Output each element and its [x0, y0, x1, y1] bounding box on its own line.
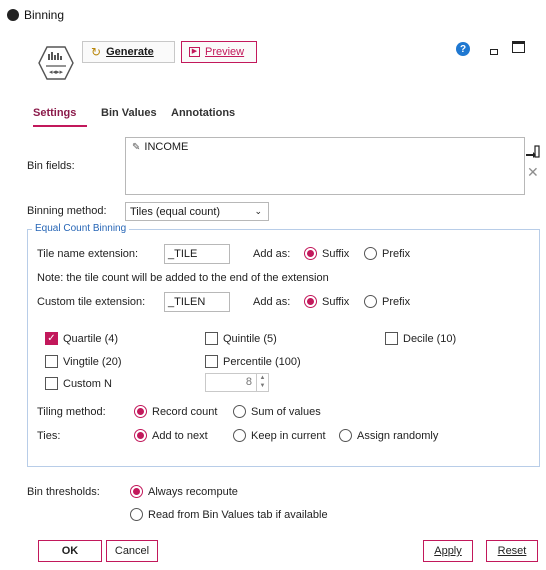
decile-label: Decile (10)	[403, 333, 457, 345]
sum-of-values-radio[interactable]	[233, 405, 246, 418]
field-picker-icon[interactable]	[525, 145, 541, 161]
custom-n-checkbox[interactable]	[45, 377, 58, 390]
suffix-radio[interactable]	[304, 247, 317, 260]
app-icon	[7, 9, 19, 21]
vingtile-label: Vingtile (20)	[63, 356, 122, 368]
percentile-label: Percentile (100)	[223, 356, 301, 368]
custom-n-label: Custom N	[63, 378, 112, 390]
minimize-icon[interactable]	[490, 49, 498, 55]
tile-name-ext-input[interactable]: _TILE	[164, 244, 230, 264]
tile-name-ext-label: Tile name extension:	[37, 248, 139, 260]
bin-fields-label: Bin fields:	[27, 160, 75, 172]
decile-checkbox[interactable]	[385, 332, 398, 345]
tile-name-ext-value: _TILE	[168, 248, 198, 260]
binning-node-icon: ◂◂▸▸	[38, 46, 74, 80]
window-title: Binning	[24, 8, 65, 22]
field-pencil-icon: ✎	[132, 141, 141, 153]
apply-button[interactable]: Apply	[423, 540, 473, 562]
preview-label: Preview	[205, 46, 245, 58]
preview-icon: ▶	[189, 47, 200, 57]
cancel-label: Cancel	[114, 545, 150, 557]
binning-method-label: Binning method:	[27, 205, 107, 217]
quartile-checkbox[interactable]: ✓	[45, 332, 58, 345]
ok-button[interactable]: OK	[38, 540, 102, 562]
read-from-bin-values-radio[interactable]	[130, 508, 143, 521]
prefix-radio-2[interactable]	[364, 295, 377, 308]
keep-in-current-label: Keep in current	[251, 430, 326, 442]
quintile-checkbox[interactable]	[205, 332, 218, 345]
add-to-next-radio[interactable]	[134, 429, 147, 442]
active-tab-indicator	[33, 125, 87, 127]
prefix-radio[interactable]	[364, 247, 377, 260]
custom-n-stepper[interactable]: 8 ▲ ▼	[205, 373, 269, 392]
generate-icon: ↻	[91, 45, 102, 59]
sum-of-values-label: Sum of values	[251, 406, 321, 418]
generate-button[interactable]: ↻ Generate	[82, 41, 175, 63]
record-count-label: Record count	[152, 406, 218, 418]
quartile-label: Quartile (4)	[63, 333, 119, 345]
custom-ext-value: _TILEN	[168, 296, 206, 308]
bin-field-income: INCOME	[144, 141, 189, 153]
always-recompute-label: Always recompute	[148, 486, 238, 498]
assign-randomly-label: Assign randomly	[357, 430, 439, 442]
bin-thresholds-label: Bin thresholds:	[27, 486, 100, 498]
chevron-down-icon: ⌄	[254, 206, 262, 216]
ok-label: OK	[61, 545, 79, 557]
add-as-label-2: Add as:	[253, 296, 291, 308]
vingtile-checkbox[interactable]	[45, 355, 58, 368]
suffix-radio-2[interactable]	[304, 295, 317, 308]
custom-ext-label: Custom tile extension:	[37, 296, 146, 308]
tab-bin-values[interactable]: Bin Values	[101, 107, 157, 119]
suffix-label-2: Suffix	[322, 296, 350, 308]
add-as-label: Add as:	[253, 248, 291, 260]
list-item[interactable]: ✎ INCOME	[132, 141, 188, 153]
assign-randomly-radio[interactable]	[339, 429, 352, 442]
tiling-method-label: Tiling method:	[37, 406, 106, 418]
quintile-label: Quintile (5)	[223, 333, 277, 345]
binning-method-value: Tiles (equal count)	[130, 205, 221, 218]
apply-label: Apply	[434, 545, 462, 557]
title-bar: Binning	[0, 0, 546, 30]
equal-count-legend: Equal Count Binning	[32, 223, 130, 234]
record-count-radio[interactable]	[134, 405, 147, 418]
tile-count-note: Note: the tile count will be added to th…	[37, 272, 329, 284]
cancel-button[interactable]: Cancel	[106, 540, 158, 562]
add-to-next-label: Add to next	[152, 430, 208, 442]
always-recompute-radio[interactable]	[130, 485, 143, 498]
reset-button[interactable]: Reset	[486, 540, 538, 562]
help-icon[interactable]: ?	[456, 42, 470, 56]
ties-label: Ties:	[37, 430, 61, 442]
generate-label: Generate	[106, 46, 154, 58]
suffix-label: Suffix	[322, 248, 350, 260]
binning-method-select[interactable]: Tiles (equal count) ⌄	[125, 202, 269, 221]
percentile-checkbox[interactable]	[205, 355, 218, 368]
svg-text:◂◂▸▸: ◂◂▸▸	[49, 68, 64, 76]
prefix-label-2: Prefix	[382, 296, 411, 308]
preview-button[interactable]: ▶ Preview	[181, 41, 257, 63]
read-from-bin-values-label: Read from Bin Values tab if available	[148, 509, 328, 521]
custom-n-value: 8	[245, 376, 252, 388]
tab-annotations[interactable]: Annotations	[171, 107, 235, 119]
maximize-icon[interactable]	[512, 41, 525, 53]
reset-label: Reset	[497, 545, 527, 557]
keep-in-current-radio[interactable]	[233, 429, 246, 442]
custom-ext-input[interactable]: _TILEN	[164, 292, 230, 312]
tab-settings[interactable]: Settings	[33, 107, 76, 119]
prefix-label: Prefix	[382, 248, 411, 260]
bin-fields-list[interactable]: ✎ INCOME	[125, 137, 525, 195]
remove-field-icon[interactable]: ✕	[527, 165, 541, 179]
stepper-arrows-icon[interactable]: ▲ ▼	[256, 374, 268, 391]
